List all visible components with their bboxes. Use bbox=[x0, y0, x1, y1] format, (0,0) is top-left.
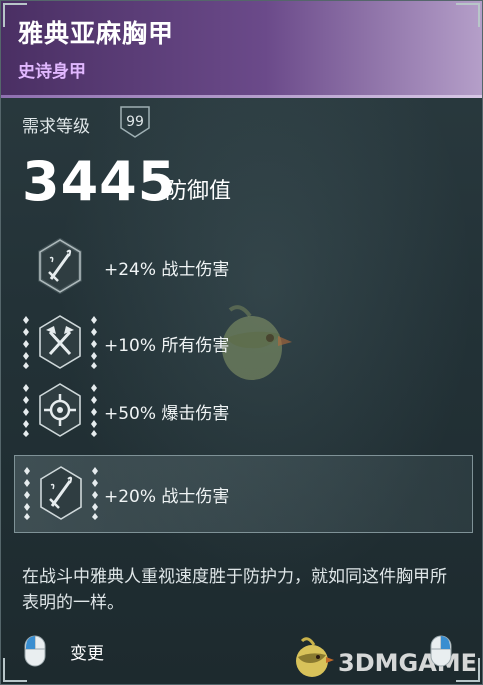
perk-row[interactable]: +50% 爆击伤害 bbox=[22, 378, 462, 444]
perk-text: +24% 战士伤害 bbox=[104, 260, 230, 280]
perk-row-selected[interactable]: +20% 战士伤害 bbox=[14, 455, 473, 533]
engraving-marks-icon bbox=[90, 314, 98, 370]
engraving-marks-icon bbox=[23, 465, 31, 521]
item-name: 雅典亚麻胸甲 bbox=[18, 19, 175, 48]
sword-icon bbox=[36, 238, 84, 294]
watermark-text: 3DMGAME bbox=[338, 649, 478, 677]
sword-icon bbox=[37, 465, 85, 521]
perk-row[interactable]: +24% 战士伤害 bbox=[22, 234, 462, 300]
mouse-right-click-icon[interactable] bbox=[430, 635, 452, 667]
corner-bracket bbox=[456, 3, 480, 27]
required-level-label: 需求等级 bbox=[22, 117, 90, 137]
item-header: 雅典亚麻胸甲 史诗身甲 bbox=[0, 0, 483, 98]
item-tooltip-card: 雅典亚麻胸甲 史诗身甲 需求等级 99 3445 防御值 +24% 战士伤害 +… bbox=[0, 0, 483, 685]
item-description: 在战斗中雅典人重视速度胜于防护力，就如同这件胸甲所表明的一样。 bbox=[22, 567, 447, 613]
bird-mascot-icon bbox=[296, 637, 334, 677]
crossed-axes-icon bbox=[36, 314, 84, 370]
required-level-value: 99 bbox=[126, 114, 144, 130]
perk-text: +10% 所有伤害 bbox=[104, 336, 230, 356]
mouse-left-click-icon bbox=[24, 635, 46, 667]
change-button-label: 变更 bbox=[70, 644, 104, 664]
perk-row[interactable]: +10% 所有伤害 bbox=[22, 310, 462, 376]
crosshair-icon bbox=[36, 382, 84, 438]
perk-text: +50% 爆击伤害 bbox=[104, 404, 230, 424]
engraving-marks-icon bbox=[90, 382, 98, 438]
engraving-marks-icon bbox=[22, 382, 30, 438]
engraving-marks-icon bbox=[22, 314, 30, 370]
engraving-marks-icon bbox=[91, 465, 99, 521]
level-badge: 99 bbox=[118, 104, 152, 140]
perk-text: +20% 战士伤害 bbox=[104, 487, 230, 507]
item-rarity: 史诗身甲 bbox=[18, 62, 86, 82]
armor-label: 防御值 bbox=[165, 179, 232, 204]
corner-bracket bbox=[3, 3, 27, 27]
armor-value: 3445 bbox=[22, 150, 177, 213]
